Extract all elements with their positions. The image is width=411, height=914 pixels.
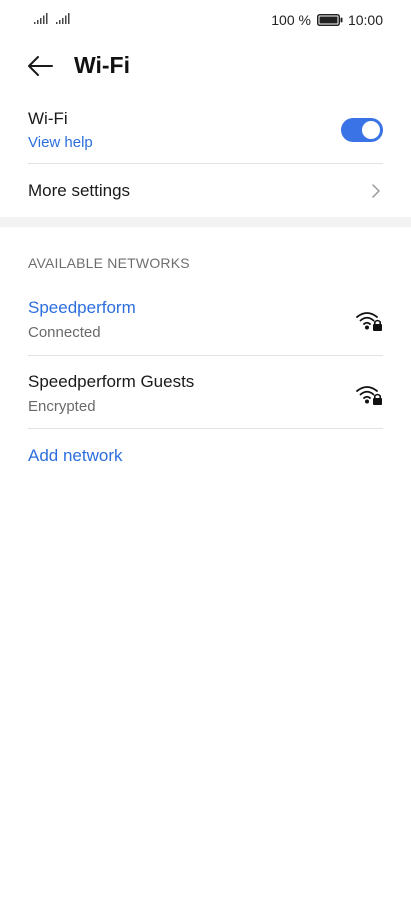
- battery-icon: [316, 14, 343, 26]
- available-networks-header: AVAILABLE NETWORKS: [28, 255, 190, 271]
- more-settings-row[interactable]: More settings: [28, 164, 383, 216]
- view-help-link[interactable]: View help: [28, 134, 93, 151]
- network-item[interactable]: Speedperform Connected: [28, 298, 383, 370]
- divider: [28, 355, 383, 356]
- toggle-knob: [362, 121, 380, 139]
- network-status: Connected: [28, 324, 101, 341]
- divider: [28, 428, 383, 429]
- network-status: Encrypted: [28, 398, 96, 415]
- wifi-label: Wi-Fi: [28, 109, 68, 128]
- network-name: Speedperform Guests: [28, 372, 195, 391]
- wifi-lock-icon: [356, 312, 382, 331]
- more-settings-label: More settings: [28, 181, 131, 200]
- signal-icon: [34, 13, 48, 24]
- back-arrow-icon[interactable]: [26, 54, 54, 78]
- chevron-right-icon: [372, 184, 380, 198]
- network-name: Speedperform: [28, 298, 136, 317]
- wifi-toggle-row: Wi-Fi View help: [28, 108, 383, 162]
- wifi-lock-icon: [356, 386, 382, 405]
- title-bar: Wi-Fi: [0, 44, 411, 88]
- signal-icon: [56, 13, 70, 24]
- status-bar: 100 % 10:00: [0, 0, 411, 40]
- page-title: Wi-Fi: [74, 52, 130, 78]
- add-network-button[interactable]: Add network: [28, 446, 123, 466]
- clock: 10:00: [347, 12, 383, 28]
- battery-percentage: 100 %: [271, 12, 311, 28]
- wifi-toggle-switch[interactable]: [341, 118, 383, 142]
- network-item[interactable]: Speedperform Guests Encrypted: [28, 372, 383, 444]
- section-separator: [0, 217, 411, 227]
- status-right: 100 % 10:00: [271, 12, 383, 28]
